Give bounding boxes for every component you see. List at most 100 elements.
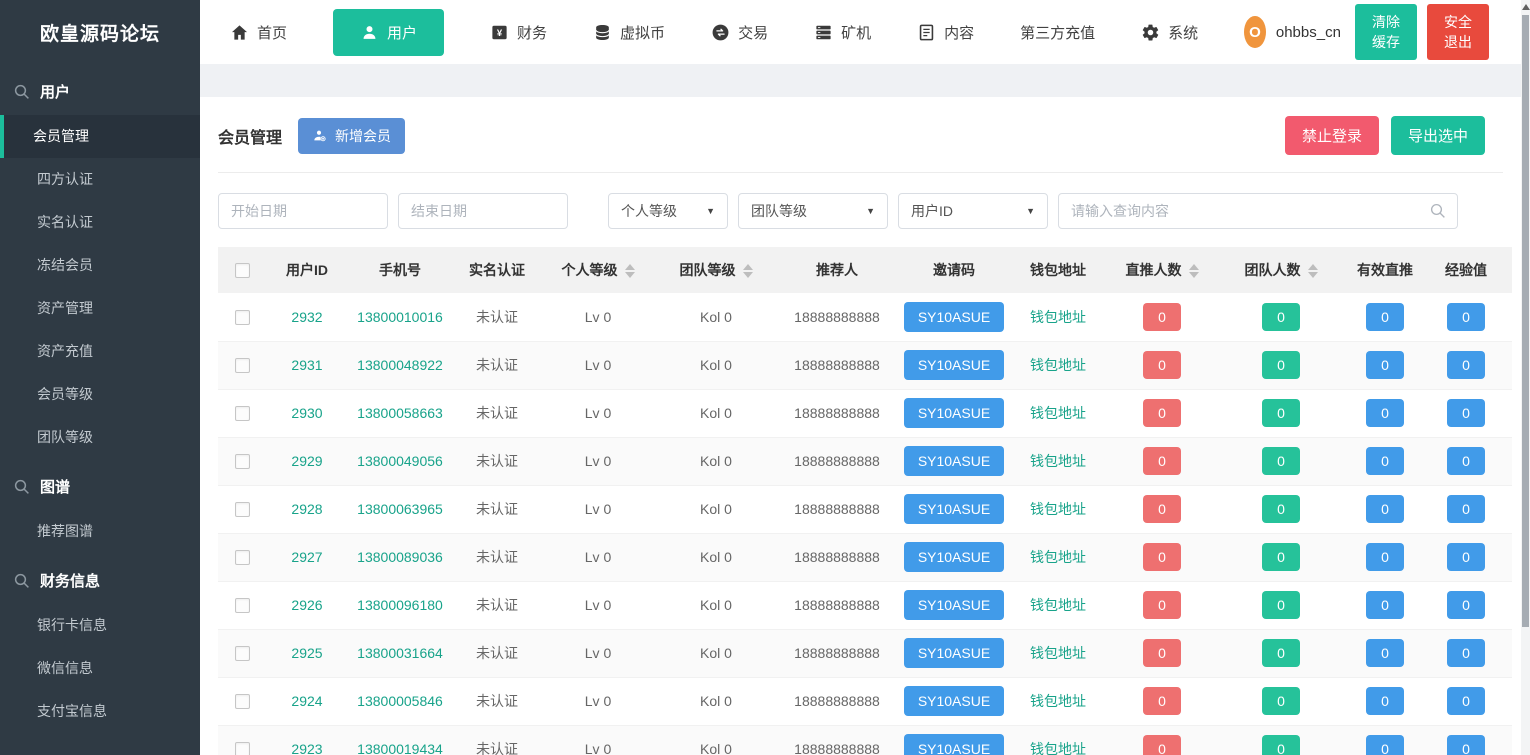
row-checkbox[interactable] (235, 406, 250, 421)
invite-code-button[interactable]: SY10ASUE (904, 446, 1004, 476)
wallet-link[interactable]: 钱包地址 (1030, 549, 1086, 565)
exp-badge[interactable]: 0 (1447, 591, 1485, 619)
avatar[interactable]: O (1244, 16, 1266, 48)
wallet-link[interactable]: 钱包地址 (1030, 453, 1086, 469)
scroll-up-arrow-icon[interactable] (1522, 4, 1530, 10)
team-level-select[interactable]: 团队等级 ▼ (738, 193, 888, 229)
team_count-badge[interactable]: 0 (1262, 399, 1300, 427)
phone-link[interactable]: 13800089036 (357, 549, 443, 565)
team_count-badge[interactable]: 0 (1262, 447, 1300, 475)
exp-badge[interactable]: 0 (1447, 639, 1485, 667)
wallet-link[interactable]: 钱包地址 (1030, 405, 1086, 421)
scrollbar-thumb[interactable] (1522, 15, 1529, 627)
sidebar-item[interactable]: 四方认证 (0, 158, 200, 201)
col-header-team_level[interactable]: 团队等级 (654, 247, 778, 293)
phone-link[interactable]: 13800096180 (357, 597, 443, 613)
logout-button[interactable]: 安全退出 (1427, 4, 1489, 60)
invite-code-button[interactable]: SY10ASUE (904, 686, 1004, 716)
user_id-link[interactable]: 2930 (291, 405, 322, 421)
row-checkbox[interactable] (235, 502, 250, 517)
invite-code-button[interactable]: SY10ASUE (904, 638, 1004, 668)
nav-item[interactable]: 内容 (917, 22, 974, 43)
team_count-badge[interactable]: 0 (1262, 591, 1300, 619)
sort-arrows-icon[interactable] (1189, 264, 1199, 278)
direct_count-badge[interactable]: 0 (1143, 735, 1181, 755)
exp-badge[interactable]: 0 (1447, 543, 1485, 571)
invite-code-button[interactable]: SY10ASUE (904, 350, 1004, 380)
direct_count-badge[interactable]: 0 (1143, 447, 1181, 475)
wallet-link[interactable]: 钱包地址 (1030, 741, 1086, 755)
team_count-badge[interactable]: 0 (1262, 351, 1300, 379)
col-header-team_count[interactable]: 团队人数 (1220, 247, 1342, 293)
phone-link[interactable]: 13800031664 (357, 645, 443, 661)
user_id-link[interactable]: 2928 (291, 501, 322, 517)
valid_direct-badge[interactable]: 0 (1366, 735, 1404, 755)
nav-item[interactable]: 用户 (333, 9, 444, 56)
team_count-badge[interactable]: 0 (1262, 687, 1300, 715)
sidebar-section-header[interactable]: 图谱 (0, 463, 200, 510)
forbid-login-button[interactable]: 禁止登录 (1285, 116, 1379, 155)
clear-cache-button[interactable]: 清除缓存 (1355, 4, 1417, 60)
direct_count-badge[interactable]: 0 (1143, 591, 1181, 619)
team_count-badge[interactable]: 0 (1262, 639, 1300, 667)
nav-item[interactable]: 虚拟币 (593, 22, 665, 43)
direct_count-badge[interactable]: 0 (1143, 399, 1181, 427)
team_count-badge[interactable]: 0 (1262, 303, 1300, 331)
phone-link[interactable]: 13800049056 (357, 453, 443, 469)
sidebar-item[interactable]: 资产管理 (0, 287, 200, 330)
sort-arrows-icon[interactable] (743, 264, 753, 278)
user_id-link[interactable]: 2925 (291, 645, 322, 661)
valid_direct-badge[interactable]: 0 (1366, 351, 1404, 379)
row-checkbox[interactable] (235, 358, 250, 373)
exp-badge[interactable]: 0 (1447, 447, 1485, 475)
row-checkbox[interactable] (235, 742, 250, 755)
direct_count-badge[interactable]: 0 (1143, 639, 1181, 667)
phone-link[interactable]: 13800048922 (357, 357, 443, 373)
personal-level-select[interactable]: 个人等级 ▼ (608, 193, 728, 229)
row-checkbox[interactable] (235, 598, 250, 613)
row-checkbox[interactable] (235, 694, 250, 709)
row-checkbox[interactable] (235, 550, 250, 565)
wallet-link[interactable]: 钱包地址 (1030, 693, 1086, 709)
direct_count-badge[interactable]: 0 (1143, 687, 1181, 715)
valid_direct-badge[interactable]: 0 (1366, 687, 1404, 715)
user_id-link[interactable]: 2931 (291, 357, 322, 373)
sidebar-item[interactable]: 资产充值 (0, 330, 200, 373)
export-selected-button[interactable]: 导出选中 (1391, 116, 1485, 155)
exp-badge[interactable]: 0 (1447, 735, 1485, 755)
exp-badge[interactable]: 0 (1447, 687, 1485, 715)
nav-item[interactable]: 矿机 (814, 22, 871, 43)
invite-code-button[interactable]: SY10ASUE (904, 590, 1004, 620)
nav-item[interactable]: 第三方充值 (1020, 22, 1095, 43)
sort-arrows-icon[interactable] (625, 264, 635, 278)
sidebar-item[interactable]: 会员管理 (0, 115, 200, 158)
sidebar-item[interactable]: 银行卡信息 (0, 604, 200, 647)
team_count-badge[interactable]: 0 (1262, 543, 1300, 571)
valid_direct-badge[interactable]: 0 (1366, 447, 1404, 475)
valid_direct-badge[interactable]: 0 (1366, 399, 1404, 427)
sidebar-item[interactable]: 实名认证 (0, 201, 200, 244)
phone-link[interactable]: 13800005846 (357, 693, 443, 709)
user_id-link[interactable]: 2932 (291, 309, 322, 325)
sidebar-section-header[interactable]: 用户 (0, 68, 200, 115)
valid_direct-badge[interactable]: 0 (1366, 495, 1404, 523)
end-date-input[interactable] (398, 193, 568, 229)
team_count-badge[interactable]: 0 (1262, 735, 1300, 755)
invite-code-button[interactable]: SY10ASUE (904, 398, 1004, 428)
nav-item[interactable]: 交易 (711, 22, 768, 43)
wallet-link[interactable]: 钱包地址 (1030, 357, 1086, 373)
phone-link[interactable]: 13800019434 (357, 741, 443, 755)
sidebar-item[interactable]: 推荐图谱 (0, 510, 200, 553)
phone-link[interactable]: 13800058663 (357, 405, 443, 421)
nav-item[interactable]: ¥财务 (490, 22, 547, 43)
exp-badge[interactable]: 0 (1447, 495, 1485, 523)
team_count-badge[interactable]: 0 (1262, 495, 1300, 523)
phone-link[interactable]: 13800063965 (357, 501, 443, 517)
invite-code-button[interactable]: SY10ASUE (904, 302, 1004, 332)
sidebar-section-header[interactable]: 财务信息 (0, 557, 200, 604)
select-all-checkbox[interactable] (235, 263, 250, 278)
sidebar-item[interactable]: 会员等级 (0, 373, 200, 416)
valid_direct-badge[interactable]: 0 (1366, 303, 1404, 331)
search-input[interactable] (1058, 193, 1458, 229)
wallet-link[interactable]: 钱包地址 (1030, 501, 1086, 517)
